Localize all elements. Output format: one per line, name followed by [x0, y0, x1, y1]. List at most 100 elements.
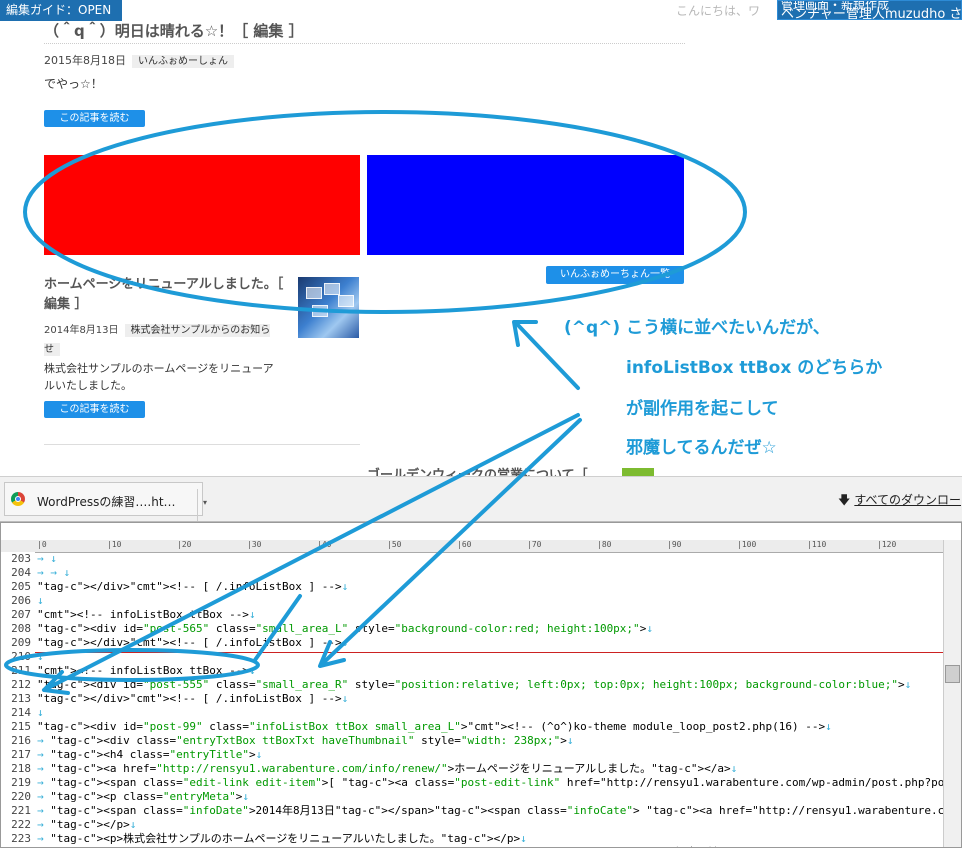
code-line[interactable]: 212 "tag-c"><div id="post-555" class="sma… [1, 678, 943, 692]
code-text[interactable]: → "tag-c"><p>株式会社サンプルのホームページをリニューアルいたしまし… [37, 832, 527, 846]
code-text[interactable]: → "tag-c"><p class="entryMeta">↓ [37, 790, 249, 804]
code-text[interactable]: ↓ [37, 706, 44, 720]
line-number: 204 [11, 566, 31, 579]
read-more-button[interactable]: この記事を読む [44, 110, 145, 127]
text-editor[interactable]: |0 |10 |20 |30 |40 |50 |60 |70 |80 |90 |100 |110 |12… [0, 522, 962, 848]
code-line[interactable]: 213 "tag-c"></div>"cmt"><!-- [ /.infoList… [1, 692, 943, 706]
line-number: 215 [11, 720, 31, 733]
code-text[interactable]: "tag-c"><div id="post-555" class="small_… [37, 678, 911, 692]
line-number: 210 [11, 650, 31, 663]
line-number: 218 [11, 762, 31, 775]
thumb-tile [312, 305, 328, 317]
code-text[interactable]: ↓ [37, 594, 44, 608]
code-line[interactable]: 207 "cmt"><!-- infoListBox ttBox -->↓ [1, 608, 943, 622]
edit-guide-button[interactable]: 編集ガイド：OPEN [0, 0, 122, 21]
admin-menu[interactable]: 管理画面・新規作成 ベンチャー管理人muzudho さん [777, 0, 962, 20]
line-number: 219 [11, 776, 31, 789]
ruler-tick: |20 [177, 540, 192, 549]
post2-meta: 2014年8月13日 株式会社サンプルからのお知らせ [44, 321, 284, 359]
thumb-tile [338, 295, 354, 307]
line-number: 213 [11, 692, 31, 705]
post1-category[interactable]: いんふぉめーしょん [132, 55, 234, 68]
code-line[interactable]: 206 ↓ [1, 594, 943, 608]
post1-divider [44, 43, 685, 44]
code-line[interactable]: 211 "cmt"><!-- infoListBox ttBox -->↓ [1, 664, 943, 678]
line-number: 209 [11, 636, 31, 649]
post1-excerpt: でやっ☆！ [44, 77, 103, 91]
annotation-line2: infoListBox ttBox のどちらか [626, 358, 883, 378]
show-all-label[interactable]: すべてのダウンロー [854, 493, 961, 507]
post1-meta: 2015年8月18日 いんふぉめーしょん [44, 52, 234, 68]
line-number: 222 [11, 818, 31, 831]
post1-date: 2015年8月18日 [44, 54, 126, 67]
line-number: 214 [11, 706, 31, 719]
ruler-tick: |120 [877, 540, 897, 549]
line-number: 206 [11, 594, 31, 607]
code-text[interactable]: → "tag-c"><a href="http://rensyu1.warabe… [37, 762, 737, 776]
code-line[interactable]: 214 ↓ [1, 706, 943, 720]
code-line[interactable]: 222 → "tag-c"></p>↓ [1, 818, 943, 832]
code-text[interactable]: "tag-c"></div>"cmt"><!-- [ /.infoListBox… [37, 636, 348, 650]
code-line[interactable]: 209 "tag-c"></div>"cmt"><!-- [ /.infoList… [1, 636, 943, 650]
scrollbar-thumb[interactable] [945, 665, 960, 683]
code-line[interactable]: 217 → "tag-c"><h4 class="entryTitle">↓ [1, 748, 943, 762]
vertical-scrollbar[interactable] [943, 540, 961, 847]
code-text[interactable]: "tag-c"><div id="post-565" class="small_… [37, 622, 653, 636]
post1-title[interactable]: （＾q＾）明日は晴れる☆！［ 編集 ］ [44, 20, 304, 41]
arrow-head-boxes [512, 320, 538, 347]
code-text[interactable]: → "tag-c"><h4 class="entryTitle">↓ [37, 748, 262, 762]
show-all-downloads-link[interactable]: 🡇 すべてのダウンロー [838, 491, 961, 512]
code-text[interactable]: → "tag-c"></p>↓ [37, 818, 136, 832]
ruler-tick: |60 [457, 540, 472, 549]
code-line[interactable]: 215 "tag-c"><div id="post-99" class="info… [1, 720, 943, 734]
code-text[interactable]: "tag-c"></div>"cmt"><!-- [ /.infoListBox… [37, 692, 348, 706]
code-line[interactable]: 208 "tag-c"><div id="post-565" class="sma… [1, 622, 943, 636]
code-text[interactable]: "cmt"><!-- infoListBox ttBox -->↓ [37, 664, 256, 678]
post2-title[interactable]: ホームページをリニューアルしました。［ 編集 ］ [44, 275, 284, 315]
ruler-tick: |10 [107, 540, 122, 549]
read-more-button[interactable]: この記事を読む [44, 401, 145, 418]
code-area[interactable]: 203 → ↓ 204 → → ↓ 205 "tag-c"></div>"cmt"><!-… [1, 552, 961, 847]
code-line[interactable]: 218 → "tag-c"><a href="http://rensyu1.war… [1, 762, 943, 776]
code-text[interactable]: "tag-c"><div id="post-99" class="infoLis… [37, 720, 832, 734]
ruler-tick: |110 [807, 540, 827, 549]
line-number: 220 [11, 790, 31, 803]
post2-divider [44, 444, 360, 445]
thumb-tile [306, 287, 322, 299]
code-text[interactable]: → "tag-c"><span class="infoDate">2014年8月… [37, 804, 961, 818]
code-line[interactable]: 219 → "tag-c"><span class="edit-link edit… [1, 776, 961, 790]
line-number: 221 [11, 804, 31, 817]
code-text[interactable]: → → ↓ [37, 566, 70, 580]
code-text[interactable]: "tag-c"></div>"cmt"><!-- [ /.infoListBox… [37, 580, 348, 594]
info-list-button[interactable]: いんふぉめーちょん一覧 [546, 266, 684, 284]
annotation-line4: 邪魔してるんだぜ☆ [626, 438, 777, 458]
code-line[interactable]: 204 → → ↓ [1, 566, 943, 580]
download-item[interactable]: WordPressの練習….ht… ▾ [4, 482, 207, 521]
download-filename[interactable]: WordPressの練習….ht… [37, 493, 176, 510]
annotation-line3: が副作用を起こして [626, 399, 779, 419]
ruler-tick: |0 [37, 540, 47, 549]
code-line[interactable]: 220 → "tag-c"><p class="entryMeta">↓ [1, 790, 943, 804]
ruler-tick: |90 [667, 540, 682, 549]
admin-tab-line2[interactable]: ベンチャー管理人muzudho さん [781, 8, 961, 19]
code-text[interactable]: → "tag-c"><span class="edit-link edit-it… [37, 776, 961, 790]
code-line[interactable]: 221 → "tag-c"><span class="infoDate">2014… [1, 804, 961, 818]
code-text[interactable]: → ↓ [37, 552, 57, 566]
thumb-tile [324, 283, 340, 295]
ruler-tick: |40 [317, 540, 332, 549]
code-line[interactable]: 223 → "tag-c"><p>株式会社サンプルのホームページをリニューアルいた… [1, 832, 943, 846]
line-number: 205 [11, 580, 31, 593]
chevron-down-icon[interactable]: ▾ [197, 489, 212, 521]
code-text[interactable]: "cmt"><!-- infoListBox ttBox -->↓ [37, 608, 256, 622]
line-number: 216 [11, 734, 31, 747]
ruler-tick: |50 [387, 540, 402, 549]
code-line[interactable]: 205 "tag-c"></div>"cmt"><!-- [ /.infoList… [1, 580, 943, 594]
download-arrow-icon: 🡇 [838, 493, 851, 507]
code-line[interactable]: 203 → ↓ [1, 552, 943, 566]
post2-excerpt: 株式会社サンプルのホームページをリニューアルいたしました。 [44, 362, 274, 392]
line-number: 211 [11, 664, 31, 677]
line-number: 207 [11, 608, 31, 621]
code-line[interactable]: 216 → "tag-c"><div class="entryTxtBox ttB… [1, 734, 943, 748]
post2-thumbnail[interactable] [298, 277, 359, 338]
code-text[interactable]: → "tag-c"><div class="entryTxtBox ttBoxT… [37, 734, 573, 748]
